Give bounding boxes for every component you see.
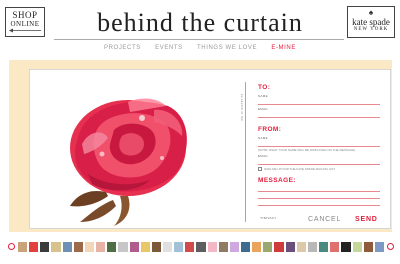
privacy-link[interactable]: *PRIVACY	[260, 216, 277, 220]
thumbnail[interactable]	[196, 242, 206, 252]
thumbnail[interactable]	[51, 242, 61, 252]
cancel-button[interactable]: CANCEL	[308, 216, 341, 223]
online-label: ONLINE	[10, 20, 40, 28]
nav-item-projects[interactable]: PROJECTS	[104, 45, 141, 51]
thumbnail[interactable]	[129, 242, 139, 252]
thumbnail[interactable]	[84, 242, 95, 252]
scroll-right-icon[interactable]	[387, 243, 394, 250]
to-name-underline	[258, 104, 380, 105]
main-nav: PROJECTS EVENTS THINGS WE LOVE E-MINE	[0, 45, 400, 51]
thumbnail[interactable]	[296, 242, 306, 252]
nav-item-events[interactable]: EVENTS	[155, 45, 183, 51]
thumbnail[interactable]	[285, 242, 295, 252]
thumbnail[interactable]	[207, 242, 217, 252]
nav-item-things-we-love[interactable]: THINGS WE LOVE	[197, 45, 257, 51]
thumbnail[interactable]	[252, 242, 262, 252]
message-field[interactable]	[258, 191, 380, 215]
from-heading: FROM:	[258, 126, 282, 133]
thumbnail[interactable]	[263, 242, 273, 252]
ecard-stage: ks sketch of the TO: NAME EMAIL FROM: NA…	[9, 60, 392, 232]
from-email-field[interactable]	[258, 158, 380, 163]
thumbnail[interactable]	[241, 242, 251, 252]
watercolor-rose-image	[70, 98, 187, 226]
thumbnail-strip	[0, 240, 400, 256]
shop-online-button[interactable]: SHOP ONLINE	[5, 7, 45, 37]
to-name-field[interactable]	[258, 98, 380, 103]
thumbnail[interactable]	[96, 242, 106, 252]
nav-item-e-mine[interactable]: E-MINE	[271, 45, 296, 51]
send-button[interactable]: SEND	[355, 216, 378, 223]
ecard: ks sketch of the TO: NAME EMAIL FROM: NA…	[29, 69, 391, 229]
spade-icon: ♠	[368, 8, 374, 17]
brand-name: kate spade	[352, 17, 390, 27]
message-heading: MESSAGE:	[258, 177, 296, 184]
message-line	[258, 191, 380, 192]
thumbnail[interactable]	[319, 242, 329, 252]
thumbnail[interactable]	[62, 242, 72, 252]
mailing-list-row: SIGN ME UP FOR THE KATE SPADE MAILING LI…	[258, 167, 380, 171]
thumbnail[interactable]	[274, 242, 284, 252]
name-display-hint: (NOTE: WHAT YOUR NAME WILL BE DISPLAYED …	[258, 148, 356, 152]
thumbnail-list	[18, 242, 384, 252]
from-email-underline	[258, 164, 380, 165]
kate-spade-logo[interactable]: ♠ kate spade NEW YORK	[347, 6, 395, 38]
from-name-underline	[258, 146, 380, 147]
thumbnail[interactable]	[18, 242, 28, 252]
mailing-list-checkbox[interactable]	[258, 167, 262, 171]
message-line	[258, 198, 380, 199]
mailing-list-label: SIGN ME UP FOR THE KATE SPADE MAILING LI…	[264, 167, 336, 171]
thumbnail[interactable]	[307, 242, 318, 252]
message-line	[258, 205, 380, 206]
thumbnail[interactable]	[363, 242, 373, 252]
card-side-text: ks sketch of the	[240, 94, 244, 122]
to-heading: TO:	[258, 84, 271, 91]
thumbnail[interactable]	[29, 242, 39, 252]
to-email-field[interactable]	[258, 111, 380, 116]
thumbnail[interactable]	[330, 242, 340, 252]
scroll-left-icon[interactable]	[8, 243, 15, 250]
ecard-form: TO: NAME EMAIL FROM: NAME (NOTE: WHAT YO…	[258, 84, 380, 215]
thumbnail[interactable]	[151, 242, 161, 252]
thumbnail[interactable]	[140, 242, 150, 252]
brand-city: NEW YORK	[353, 27, 389, 32]
shop-label: SHOP	[12, 10, 38, 20]
thumbnail[interactable]	[185, 242, 195, 252]
thumbnail[interactable]	[162, 242, 173, 252]
arrow-left-icon	[9, 28, 41, 33]
header: SHOP ONLINE behind the curtain ♠ kate sp…	[0, 0, 400, 44]
from-name-field[interactable]	[258, 140, 380, 145]
page-title: behind the curtain	[97, 8, 303, 37]
thumbnail[interactable]	[218, 242, 228, 252]
to-email-underline	[258, 117, 380, 118]
thumbnail[interactable]	[341, 242, 351, 252]
thumbnail[interactable]	[118, 242, 128, 252]
thumbnail[interactable]	[374, 242, 384, 252]
thumbnail[interactable]	[40, 242, 50, 252]
thumbnail[interactable]	[107, 242, 117, 252]
header-rule	[54, 39, 344, 40]
thumbnail[interactable]	[73, 242, 83, 252]
thumbnail[interactable]	[352, 242, 362, 252]
thumbnail[interactable]	[229, 242, 240, 252]
thumbnail[interactable]	[174, 242, 184, 252]
card-divider	[245, 82, 246, 222]
